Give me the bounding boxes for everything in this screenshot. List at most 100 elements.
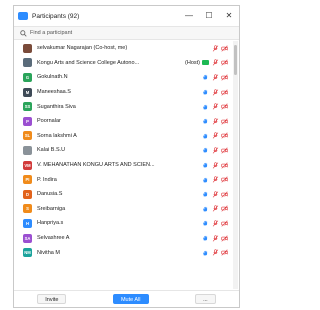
avatar: NM	[23, 248, 32, 258]
scrollbar[interactable]	[233, 41, 238, 289]
video-off-icon[interactable]	[221, 147, 228, 154]
avatar: SL	[23, 131, 32, 141]
muted-mic-icon[interactable]	[212, 45, 219, 52]
participant-status-icons	[202, 249, 230, 256]
participant-row[interactable]: selvakumar Nagarajan (Co-host, me)	[14, 41, 234, 56]
video-off-icon[interactable]	[221, 45, 228, 52]
avatar	[23, 43, 32, 53]
video-off-icon[interactable]	[221, 249, 228, 256]
muted-mic-icon[interactable]	[212, 205, 219, 212]
muted-mic-icon[interactable]	[212, 132, 219, 139]
muted-mic-icon[interactable]	[212, 88, 219, 96]
muted-mic-icon[interactable]	[212, 103, 219, 110]
raised-hand-icon	[203, 75, 208, 80]
muted-mic-icon[interactable]	[212, 191, 219, 198]
muted-mic-icon[interactable]	[212, 220, 219, 227]
participant-name: V. MEHANATHAN KONGU ARTS AND SCIEN...	[37, 162, 155, 169]
participant-row[interactable]: M Maneeshaa.S	[14, 85, 234, 100]
video-off-icon[interactable]	[221, 74, 228, 81]
video-off-icon[interactable]	[221, 162, 228, 169]
participant-row[interactable]: G Gokulnath.N	[14, 70, 234, 85]
video-off-icon[interactable]	[221, 234, 228, 242]
participant-row[interactable]: H Hanpriya.s	[14, 216, 234, 231]
participant-status-icons	[212, 45, 230, 52]
video-off-icon[interactable]	[221, 220, 228, 227]
participant-name: Hanpriya.s	[37, 220, 64, 227]
zoom-app-icon	[18, 12, 28, 20]
minimize-button[interactable]: —	[179, 6, 199, 26]
footer-bar: Invite Mute All ...	[14, 290, 239, 307]
avatar: S	[23, 204, 32, 214]
video-off-icon[interactable]	[221, 132, 228, 139]
avatar	[23, 145, 32, 155]
participant-row[interactable]: P Poornalar	[14, 114, 234, 129]
video-off-icon[interactable]	[221, 118, 228, 125]
video-off-icon[interactable]	[221, 89, 228, 96]
raised-hand-icon	[203, 250, 208, 256]
more-button[interactable]: ...	[195, 294, 216, 304]
muted-mic-icon[interactable]	[212, 234, 219, 242]
participant-status-icons	[202, 147, 230, 154]
participant-status-icons	[202, 118, 230, 125]
participant-status-icons	[202, 191, 230, 198]
raised-hand-icon	[203, 133, 208, 139]
participant-row[interactable]: PI P. Indira	[14, 172, 234, 187]
participant-row[interactable]: SS Suganthira Siva	[14, 99, 234, 114]
video-on-icon	[202, 60, 209, 66]
title-bar: Participants (92) — ☐ ✕	[14, 6, 239, 27]
muted-mic-icon[interactable]	[212, 74, 219, 81]
search-bar	[14, 27, 239, 40]
muted-mic-icon[interactable]	[212, 176, 219, 183]
video-off-icon[interactable]	[221, 103, 228, 110]
participant-list: selvakumar Nagarajan (Co-host, me) Kongu …	[14, 41, 234, 289]
avatar: VM	[23, 160, 32, 170]
participant-status-icons	[202, 220, 230, 227]
search-icon	[20, 29, 27, 37]
avatar: H	[23, 218, 32, 228]
participant-status-icons	[202, 176, 230, 183]
participant-name: Danusia.S	[37, 191, 63, 198]
raised-hand-icon	[203, 177, 208, 183]
window-title: Participants (92)	[32, 12, 80, 20]
participant-name: Kalai B.S.U	[37, 147, 66, 154]
participant-row[interactable]: D Danusia.S	[14, 187, 234, 202]
participant-row[interactable]: S Sreibarniga	[14, 202, 234, 217]
avatar: D	[23, 189, 32, 199]
muted-mic-icon[interactable]	[212, 249, 219, 256]
mute-all-button[interactable]: Mute All	[112, 294, 149, 304]
participant-row[interactable]: VM V. MEHANATHAN KONGU ARTS AND SCIEN...	[14, 158, 234, 173]
raised-hand-icon	[203, 235, 208, 241]
raised-hand-icon	[203, 206, 208, 212]
avatar	[23, 58, 32, 68]
avatar: P	[23, 116, 32, 126]
participant-row[interactable]: Kalai B.S.U	[14, 143, 234, 158]
close-button[interactable]: ✕	[219, 6, 239, 26]
muted-mic-icon[interactable]	[212, 161, 219, 169]
video-off-icon[interactable]	[221, 176, 228, 183]
participant-row[interactable]: SA Selvashree A	[14, 231, 234, 246]
maximize-button[interactable]: ☐	[199, 6, 219, 26]
avatar: PI	[23, 175, 32, 185]
muted-mic-icon[interactable]	[212, 59, 219, 66]
video-off-icon[interactable]	[221, 191, 228, 198]
participant-status-icons	[202, 103, 230, 110]
raised-hand-icon	[203, 162, 208, 168]
participant-row[interactable]: SL Sorna lakshmi A	[14, 129, 234, 144]
muted-mic-icon[interactable]	[212, 118, 219, 125]
raised-hand-icon	[203, 148, 208, 153]
avatar: SS	[23, 102, 32, 112]
participant-status-icons	[202, 234, 230, 242]
participant-name: Sorna lakshmi A	[37, 132, 77, 139]
participant-name: Poornalar	[37, 118, 61, 125]
video-off-icon[interactable]	[221, 205, 228, 212]
host-badge: (Host)	[185, 59, 200, 66]
video-off-icon[interactable]	[221, 59, 228, 66]
participant-row[interactable]: NM Nivitha M	[14, 245, 234, 260]
raised-hand-icon	[203, 89, 208, 95]
search-input[interactable]	[30, 30, 180, 36]
invite-button[interactable]: Invite	[37, 294, 67, 304]
muted-mic-icon[interactable]	[212, 147, 219, 154]
participant-row[interactable]: Kongu Arts and Science College Autono...…	[14, 56, 234, 71]
participant-name: Selvashree A	[37, 235, 70, 242]
scrollbar-thumb[interactable]	[234, 45, 237, 75]
